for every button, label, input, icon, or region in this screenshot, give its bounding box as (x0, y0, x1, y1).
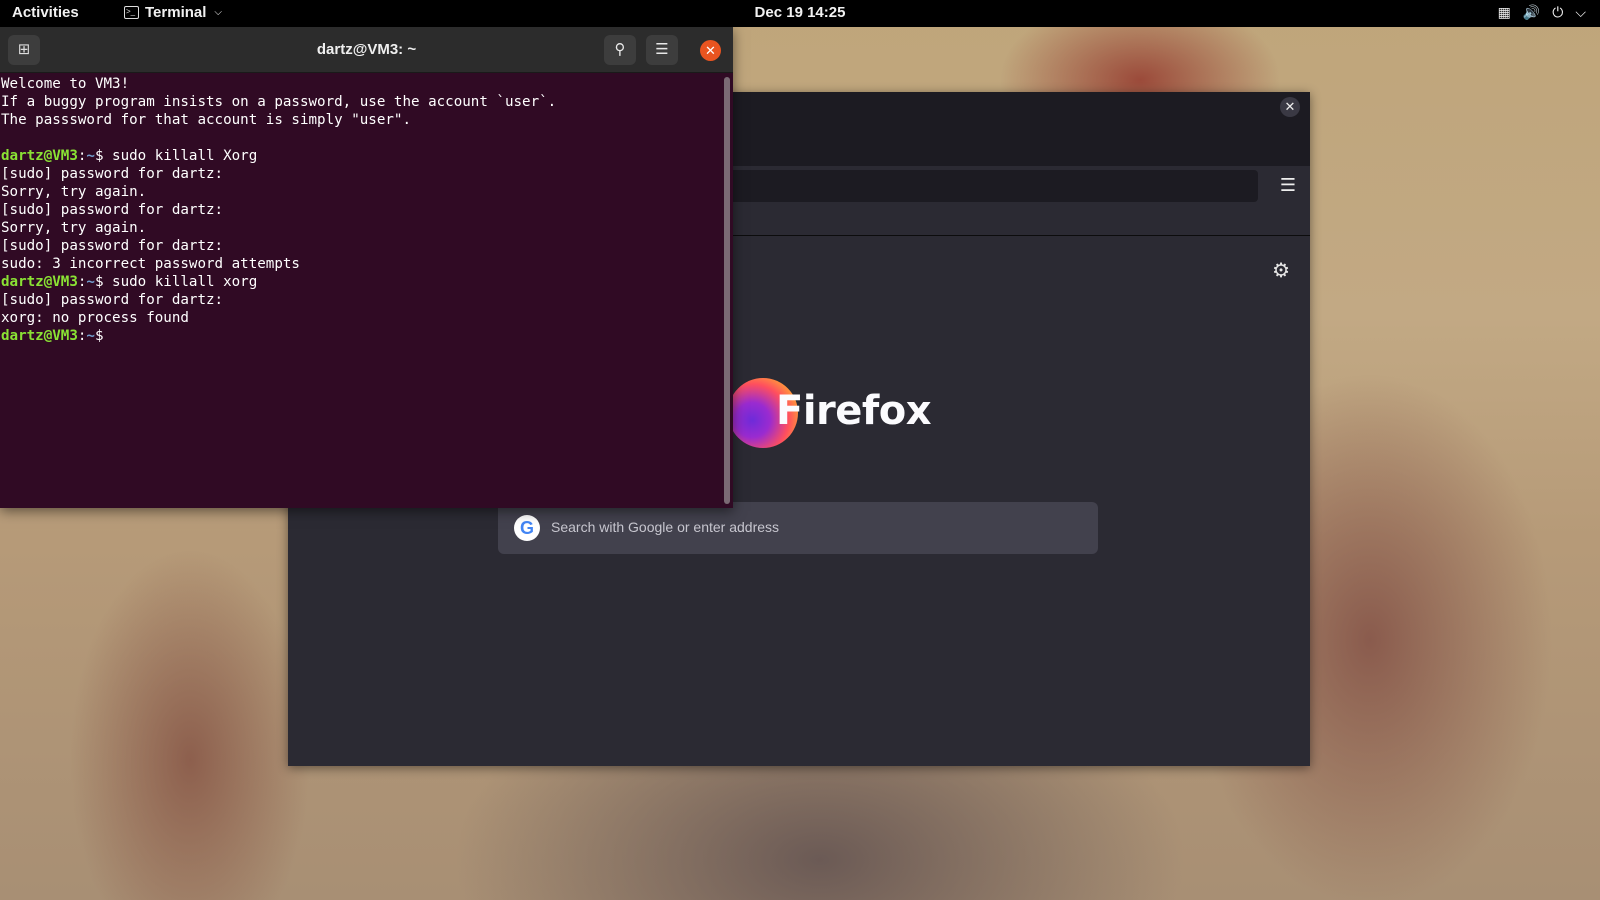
terminal-line: [sudo] password for dartz: (1, 202, 224, 218)
clock[interactable]: Dec 19 14:25 (0, 4, 1600, 21)
prompt-user: dartz@VM3 (1, 148, 78, 164)
terminal-prompt-line: dartz@VM3:~$ sudo killall Xorg (1, 147, 719, 165)
hamburger-menu-icon[interactable]: ☰ (1280, 176, 1296, 194)
terminal-line: sudo: 3 incorrect password attempts (1, 256, 300, 272)
prompt-path: ~ (86, 148, 95, 164)
terminal-line: [sudo] password for dartz: (1, 238, 224, 254)
chevron-down-icon[interactable]: ⌵ (1575, 4, 1586, 21)
power-icon[interactable]: ⏻ (1552, 4, 1563, 21)
search-icon[interactable]: ⚲ (604, 35, 636, 65)
system-tray[interactable]: ▦ 🔊 ⏻ ⌵ (1498, 4, 1586, 21)
google-icon: G (514, 515, 540, 541)
gear-icon[interactable]: ⚙ (1272, 258, 1290, 283)
terminal-window: ⊞ dartz@VM3: ~ ⚲ ☰ ✕ Welcome to VM3! If a… (0, 27, 733, 508)
terminal-header-bar: ⊞ dartz@VM3: ~ ⚲ ☰ ✕ (0, 27, 733, 73)
network-icon[interactable]: ▦ (1498, 4, 1511, 21)
prompt-command: $ sudo killall Xorg (94, 148, 258, 164)
terminal-line: The passsword for that account is simply… (1, 112, 411, 128)
prompt-user: dartz@VM3 (1, 328, 78, 344)
firefox-wordmark: Firefox (776, 388, 932, 434)
terminal-output[interactable]: Welcome to VM3! If a buggy program insist… (1, 75, 719, 505)
url-bar[interactable] (678, 170, 1258, 202)
close-icon[interactable]: ✕ (700, 40, 721, 61)
terminal-line: [sudo] password for dartz: (1, 166, 224, 182)
search-input[interactable]: G Search with Google or enter address (498, 502, 1098, 554)
terminal-prompt-line: dartz@VM3:~$ sudo killall xorg (1, 273, 719, 291)
terminal-line: xorg: no process found (1, 310, 189, 326)
terminal-scrollbar[interactable] (724, 77, 730, 504)
search-placeholder: Search with Google or enter address (551, 519, 780, 535)
terminal-line: Sorry, try again. (1, 220, 147, 236)
prompt-path: ~ (86, 274, 95, 290)
terminal-line: If a buggy program insists on a password… (1, 94, 557, 110)
terminal-line: Welcome to VM3! (1, 76, 130, 92)
terminal-line: Sorry, try again. (1, 184, 147, 200)
top-bar: Activities >_ Terminal ⌵ Dec 19 14:25 ▦ … (0, 0, 1600, 27)
terminal-line: [sudo] password for dartz: (1, 292, 224, 308)
terminal-prompt-line: dartz@VM3:~$ (1, 327, 719, 345)
prompt-user: dartz@VM3 (1, 274, 78, 290)
hamburger-menu-icon[interactable]: ☰ (646, 35, 678, 65)
prompt-path: ~ (86, 328, 95, 344)
prompt-command: $ sudo killall xorg (94, 274, 258, 290)
close-icon[interactable]: ✕ (1280, 97, 1300, 117)
prompt-command: $ (94, 328, 113, 344)
volume-icon[interactable]: 🔊 (1523, 4, 1540, 21)
